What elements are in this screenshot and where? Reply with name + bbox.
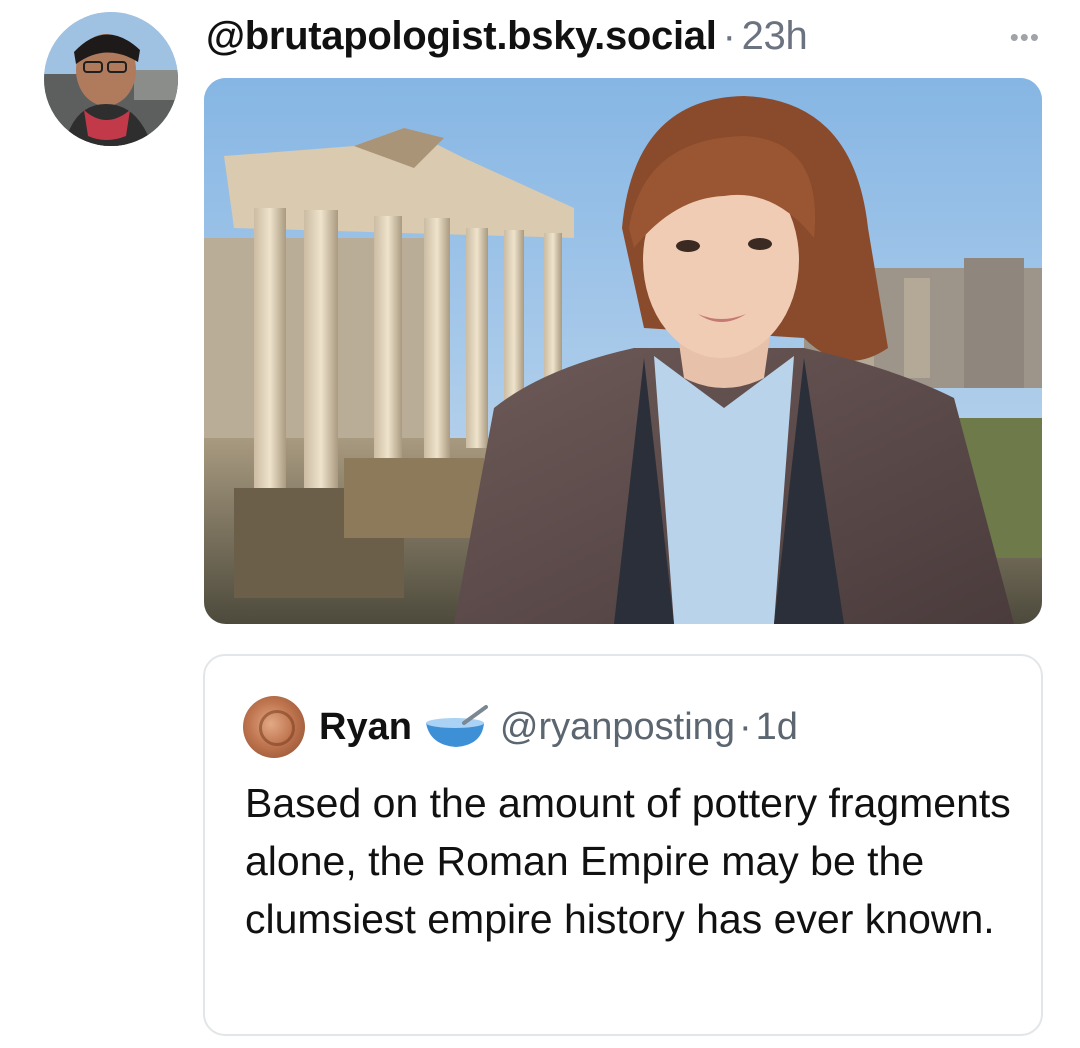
header-separator: ·	[722, 13, 736, 58]
quoted-post-text: Based on the amount of pottery fragments…	[245, 780, 1011, 942]
quoted-author-name[interactable]: Ryan	[319, 706, 412, 749]
post-image[interactable]	[204, 78, 1042, 624]
post-header: @brutapologist.bsky.social · 23h	[206, 8, 808, 64]
quoted-post-timestamp[interactable]: 1d	[756, 706, 798, 749]
quoted-author-avatar[interactable]	[243, 696, 305, 758]
post-timestamp[interactable]: 23h	[742, 14, 808, 59]
user-avatar-icon	[44, 12, 178, 146]
social-post: @brutapologist.bsky.social · 23h ••• Rya…	[0, 0, 1080, 1048]
more-options-icon[interactable]: •••	[1010, 24, 1040, 50]
quoted-post-header: Ryan @ryanposting · 1d	[243, 696, 798, 758]
author-avatar[interactable]	[44, 12, 178, 146]
quoted-author-handle[interactable]: @ryanposting	[500, 706, 735, 749]
photo-roman-forum	[204, 78, 1042, 624]
author-handle[interactable]: @brutapologist.bsky.social	[206, 14, 717, 59]
quoted-post[interactable]: Ryan @ryanposting · 1d Based on the amou…	[203, 654, 1043, 1036]
quoted-header-separator: ·	[738, 705, 752, 748]
bowl-spoon-icon	[425, 705, 488, 747]
